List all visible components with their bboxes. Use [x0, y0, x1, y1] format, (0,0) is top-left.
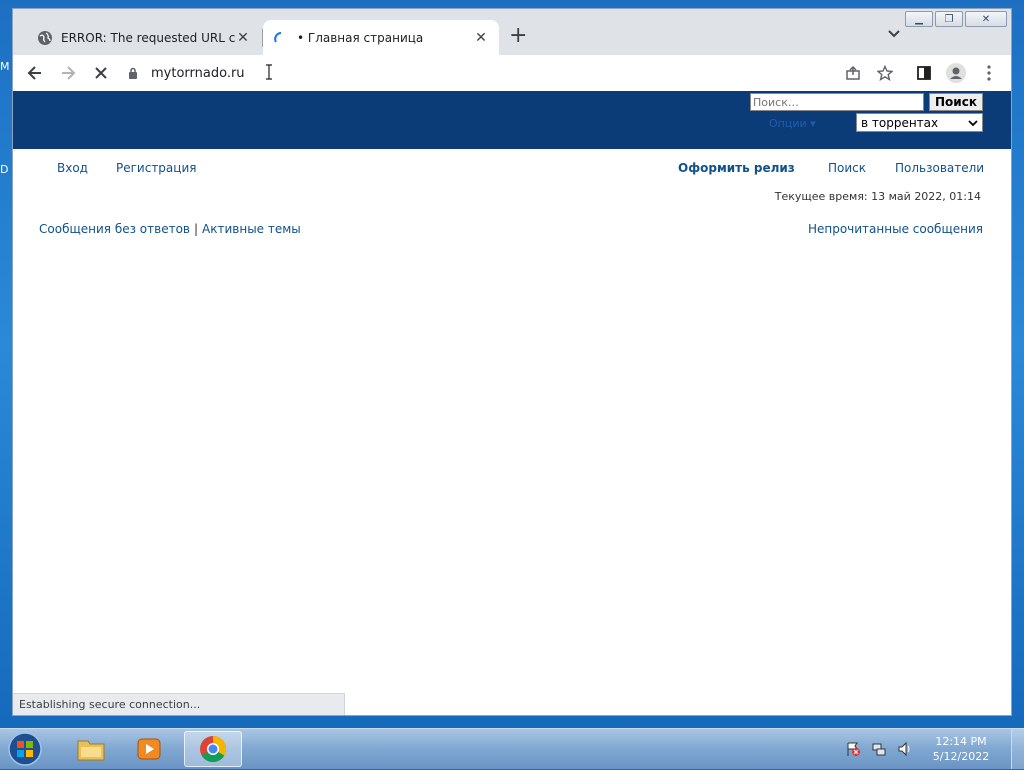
clock-time: 12:14 PM: [935, 735, 987, 748]
register-link[interactable]: Регистрация: [116, 161, 196, 175]
text-cursor-icon: [265, 63, 273, 83]
search-scope-select[interactable]: в торрентах: [856, 113, 983, 132]
kebab-menu-icon[interactable]: [977, 61, 1001, 85]
login-link[interactable]: Вход: [57, 161, 88, 175]
stop-loading-button[interactable]: [89, 61, 113, 85]
arrow-right-icon: [62, 66, 76, 80]
arrow-left-icon: [27, 66, 41, 80]
create-release-link[interactable]: Оформить релиз: [678, 161, 795, 175]
action-center-flag-icon[interactable]: [843, 739, 863, 759]
search-button[interactable]: Поиск: [929, 93, 983, 111]
volume-icon[interactable]: [895, 739, 915, 759]
desktop-icon-label-fragment: D: [0, 163, 9, 176]
site-header: Поиск Опции ▾ в торрентах: [13, 91, 1011, 149]
show-desktop-button[interactable]: [1011, 729, 1024, 769]
close-icon: [95, 67, 107, 79]
forward-button[interactable]: [56, 61, 80, 85]
tab-close-icon[interactable]: ✕: [235, 30, 251, 46]
chrome-button[interactable]: [184, 731, 242, 767]
chrome-icon: [200, 735, 227, 763]
system-tray: 12:14 PM 5/12/2022: [843, 729, 1024, 769]
side-panel-icon[interactable]: [912, 61, 936, 85]
address-bar[interactable]: mytorrnado.ru: [125, 59, 845, 87]
search-scope-value: в торрентах: [861, 115, 939, 130]
share-icon[interactable]: [841, 61, 865, 85]
loading-spinner-icon: [273, 30, 289, 46]
globe-icon: [37, 30, 53, 46]
tab-title: • Главная страница: [297, 31, 424, 45]
tab-search-chevron-icon[interactable]: [887, 27, 901, 43]
unanswered-posts-link[interactable]: Сообщения без ответов: [39, 222, 190, 236]
star-bookmark-icon[interactable]: [873, 61, 897, 85]
media-player-icon: [137, 738, 161, 760]
search-link[interactable]: Поиск: [828, 161, 866, 175]
users-link[interactable]: Пользователи: [895, 161, 984, 175]
tab-main-page[interactable]: • Главная страница ✕: [263, 20, 499, 56]
url-text: mytorrnado.ru: [151, 65, 245, 81]
search-input[interactable]: [750, 93, 924, 111]
windows-logo-icon: [8, 732, 42, 766]
tab-close-icon[interactable]: ✕: [473, 30, 489, 46]
media-player-button[interactable]: [120, 731, 178, 767]
taskbar-clock[interactable]: 12:14 PM 5/12/2022: [921, 734, 1001, 764]
tab-strip: ERROR: The requested URL could not be re…: [13, 9, 1011, 56]
browser-window: ▁ ❐ ✕ ERROR: The requested URL could not…: [12, 8, 1012, 716]
taskbar: 12:14 PM 5/12/2022: [0, 728, 1024, 769]
network-icon[interactable]: [869, 739, 889, 759]
profile-avatar-icon[interactable]: [944, 61, 968, 85]
current-time: Текущее время: 13 май 2022, 01:14: [774, 190, 981, 203]
folder-icon: [77, 740, 105, 761]
file-explorer-button[interactable]: [62, 731, 120, 767]
start-button[interactable]: [6, 731, 44, 767]
tab-title: ERROR: The requested URL could not be re…: [61, 31, 235, 45]
options-dropdown-link[interactable]: Опции ▾: [769, 117, 816, 130]
active-topics-link[interactable]: Активные темы: [202, 222, 301, 236]
quick-links: Сообщения без ответов | Активные темы: [39, 222, 301, 236]
browser-toolbar: mytorrnado.ru: [13, 55, 1011, 92]
clock-date: 5/12/2022: [932, 750, 990, 763]
separator: |: [194, 222, 199, 236]
lock-icon: [125, 67, 141, 79]
page-content: Поиск Опции ▾ в торрентах Вход Регистрац…: [13, 91, 1011, 715]
back-button[interactable]: [23, 61, 47, 85]
tab-error-page[interactable]: ERROR: The requested URL could not be re…: [27, 20, 261, 56]
desktop-icon-label-fragment: M: [0, 60, 10, 73]
chevron-down-icon: [968, 116, 978, 130]
unread-messages-link[interactable]: Непрочитанные сообщения: [808, 222, 983, 236]
status-bubble: Establishing secure connection...: [13, 693, 345, 715]
new-tab-button[interactable]: +: [509, 25, 527, 47]
